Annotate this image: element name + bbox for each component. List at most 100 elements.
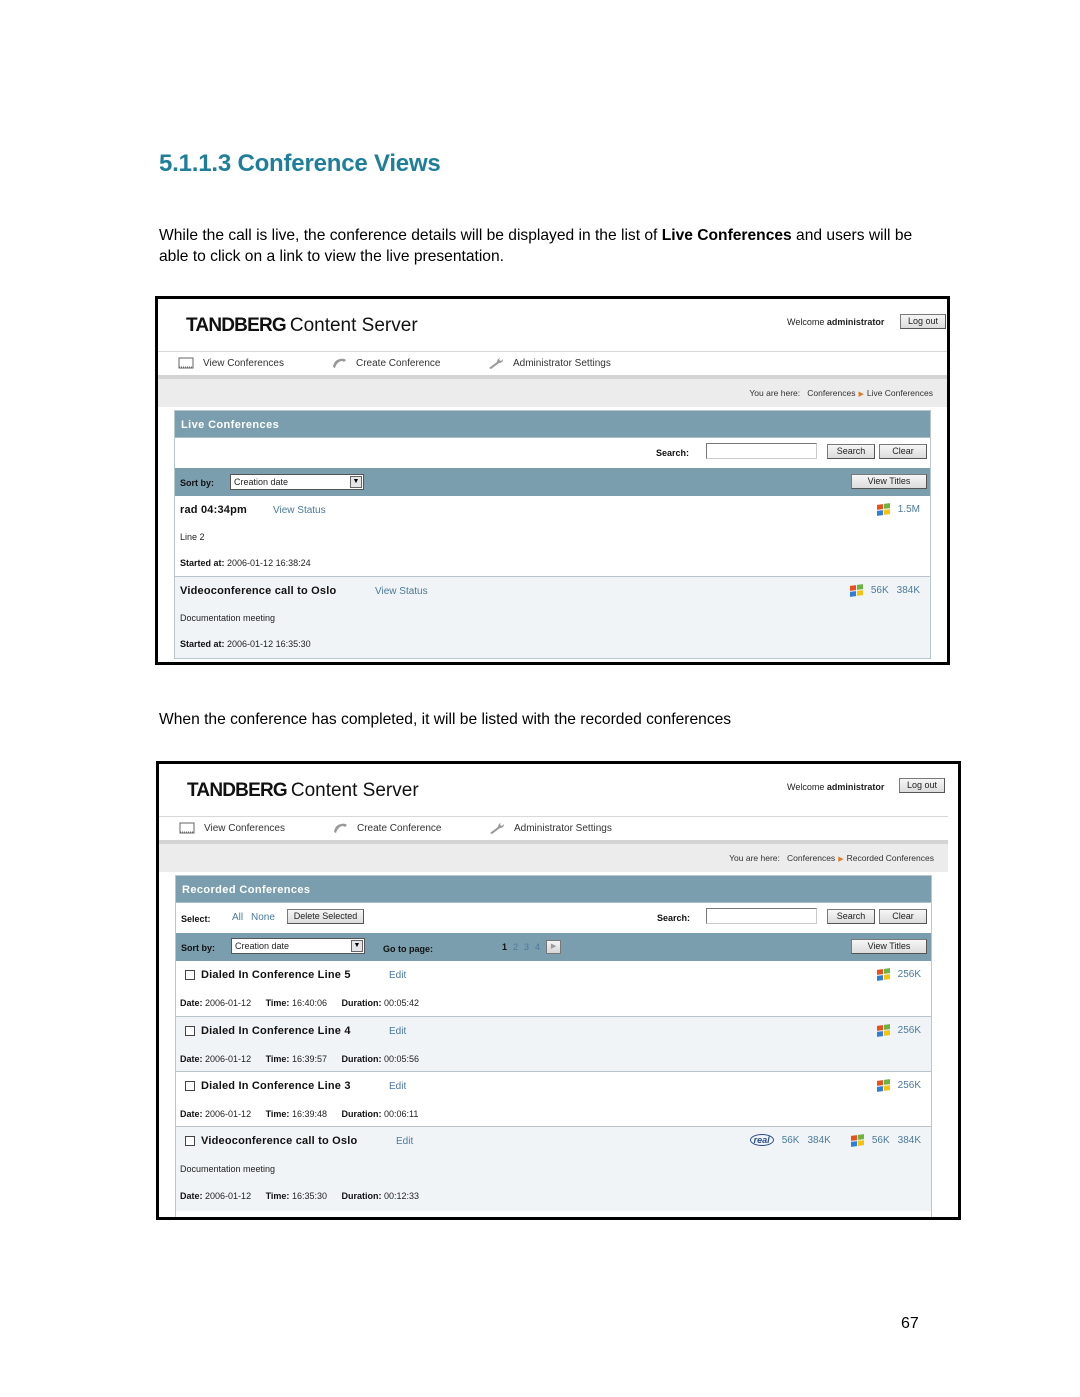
breadcrumb: You are here: Conferences ▶ Recorded Confe…	[729, 853, 934, 863]
stream-rate-link[interactable]: 56K	[782, 1135, 800, 1146]
stream-rate-link[interactable]: 256K	[898, 1080, 921, 1091]
panel-title: Recorded Conferences	[176, 876, 931, 903]
view-status-link[interactable]: View Status	[375, 586, 428, 597]
logout-button[interactable]: Log out	[899, 778, 945, 793]
windows-media-icon	[876, 968, 890, 981]
nav-create-conference[interactable]: Create Conference	[332, 822, 442, 834]
breadcrumb-conferences[interactable]: Conferences	[787, 853, 835, 863]
clear-button[interactable]: Clear	[879, 444, 927, 459]
time-value: 16:35:30	[291, 1191, 327, 1201]
paragraph-text: While the call is live, the conference d…	[159, 227, 662, 244]
edit-link[interactable]: Edit	[396, 1136, 413, 1147]
recording-title[interactable]: Dialed In Conference Line 4	[201, 1025, 351, 1037]
chevron-down-icon: ▼	[351, 940, 363, 952]
nav-administrator-settings[interactable]: Administrator Settings	[489, 822, 612, 834]
started-label: Started at:	[180, 639, 225, 649]
stream-rate-link[interactable]: 384K	[807, 1135, 830, 1146]
conference-row: Videoconference call to Oslo View Status…	[175, 576, 930, 658]
clear-button[interactable]: Clear	[879, 909, 927, 924]
stream-formats: 1.5M	[876, 503, 920, 516]
stream-rate-link[interactable]: 256K	[898, 969, 921, 980]
delete-selected-button[interactable]: Delete Selected	[287, 909, 364, 924]
date-label: Date:	[180, 1109, 203, 1119]
username: administrator	[826, 317, 885, 327]
stream-rate-link[interactable]: 56K	[872, 1135, 890, 1146]
main-nav: View Conferences Create Conference Admin…	[159, 816, 948, 840]
nav-label: Administrator Settings	[513, 357, 611, 369]
live-conferences-panel: Live Conferences Search: Search Clear So…	[174, 410, 931, 659]
recorded-paragraph: When the conference has completed, it wi…	[159, 711, 732, 728]
stream-rate-link[interactable]: 1.5M	[898, 504, 920, 515]
pagination: 1 2 3 4 ▶	[502, 940, 562, 954]
time-label: Time:	[265, 1109, 290, 1119]
search-button[interactable]: Search	[827, 444, 875, 459]
sort-select[interactable]: Creation date ▼	[230, 474, 364, 490]
stream-rate-link[interactable]: 256K	[898, 1025, 921, 1036]
logout-button[interactable]: Log out	[900, 314, 946, 329]
row-checkbox[interactable]	[185, 970, 195, 980]
username: administrator	[826, 782, 885, 792]
page-link-current: 1	[502, 942, 508, 952]
search-input[interactable]	[706, 908, 817, 924]
date-value: 2006-01-12	[205, 1191, 252, 1201]
edit-link[interactable]: Edit	[389, 970, 406, 981]
select-search-row: Select: All None Delete Selected Search:…	[176, 903, 931, 933]
welcome-prefix: Welcome	[787, 317, 825, 327]
nav-view-conferences[interactable]: View Conferences	[178, 357, 284, 369]
nav-administrator-settings[interactable]: Administrator Settings	[488, 357, 611, 369]
search-button[interactable]: Search	[827, 909, 875, 924]
stream-formats: 56K 384K	[849, 584, 920, 597]
page-link[interactable]: 3	[524, 942, 529, 952]
search-label: Search:	[657, 913, 691, 923]
search-input[interactable]	[706, 443, 817, 459]
sort-value: Creation date	[235, 941, 290, 951]
nav-create-conference[interactable]: Create Conference	[331, 357, 441, 369]
film-frame-icon	[179, 822, 195, 834]
nav-label: Create Conference	[357, 822, 442, 834]
row-checkbox[interactable]	[185, 1081, 195, 1091]
product-name: Content Server	[289, 315, 418, 336]
breadcrumb-conferences[interactable]: Conferences	[807, 388, 855, 398]
stream-formats: 256K	[876, 1079, 921, 1092]
row-checkbox[interactable]	[185, 1026, 195, 1036]
stream-rate-link[interactable]: 384K	[897, 585, 920, 596]
view-titles-button[interactable]: View Titles	[851, 939, 927, 954]
edit-link[interactable]: Edit	[389, 1026, 406, 1037]
recording-title[interactable]: Dialed In Conference Line 5	[201, 969, 351, 981]
breadcrumb-arrow-icon: ▶	[858, 391, 864, 398]
nav-view-conferences[interactable]: View Conferences	[179, 822, 285, 834]
sort-value: Creation date	[234, 477, 289, 487]
sort-select[interactable]: Creation date ▼	[231, 938, 365, 954]
next-page-icon[interactable]: ▶	[546, 940, 562, 954]
paragraph-bold-text: Live Conferences	[661, 227, 792, 244]
conference-title[interactable]: Videoconference call to Oslo	[180, 585, 336, 597]
select-all-link[interactable]: All	[232, 912, 243, 923]
view-status-link[interactable]: View Status	[273, 505, 326, 516]
date-label: Date:	[180, 1191, 203, 1201]
duration-label: Duration:	[341, 1109, 382, 1119]
view-titles-button[interactable]: View Titles	[851, 474, 927, 489]
page-link[interactable]: 2	[513, 942, 518, 952]
recording-row: Dialed In Conference Line 5 Edit 256K Da…	[176, 961, 931, 1016]
time-value: 16:39:48	[291, 1109, 327, 1119]
product-name: Content Server	[290, 780, 419, 801]
breadcrumb-prefix: You are here:	[749, 388, 801, 398]
recording-title[interactable]: Dialed In Conference Line 3	[201, 1080, 351, 1092]
select-none-link[interactable]: None	[251, 912, 275, 923]
page-link[interactable]: 4	[535, 942, 540, 952]
main-nav: View Conferences Create Conference Admin…	[158, 351, 947, 375]
edit-link[interactable]: Edit	[389, 1081, 406, 1092]
stream-rate-link[interactable]: 56K	[871, 585, 889, 596]
time-label: Time:	[265, 1054, 290, 1064]
duration-label: Duration:	[341, 1191, 382, 1201]
chevron-down-icon: ▼	[350, 476, 362, 488]
stream-rate-link[interactable]: 384K	[898, 1135, 921, 1146]
row-checkbox[interactable]	[185, 1136, 195, 1146]
recording-title[interactable]: Videoconference call to Oslo	[201, 1135, 357, 1147]
conference-title[interactable]: rad 04:34pm	[180, 504, 247, 516]
stream-formats: 256K	[876, 1024, 921, 1037]
time-value: 16:39:57	[291, 1054, 327, 1064]
started-value: 2006-01-12 16:38:24	[227, 558, 311, 568]
started-at: Started at: 2006-01-12 16:38:24	[180, 558, 311, 568]
recording-row: Dialed In Conference Line 3 Edit 256K Da…	[176, 1071, 931, 1126]
